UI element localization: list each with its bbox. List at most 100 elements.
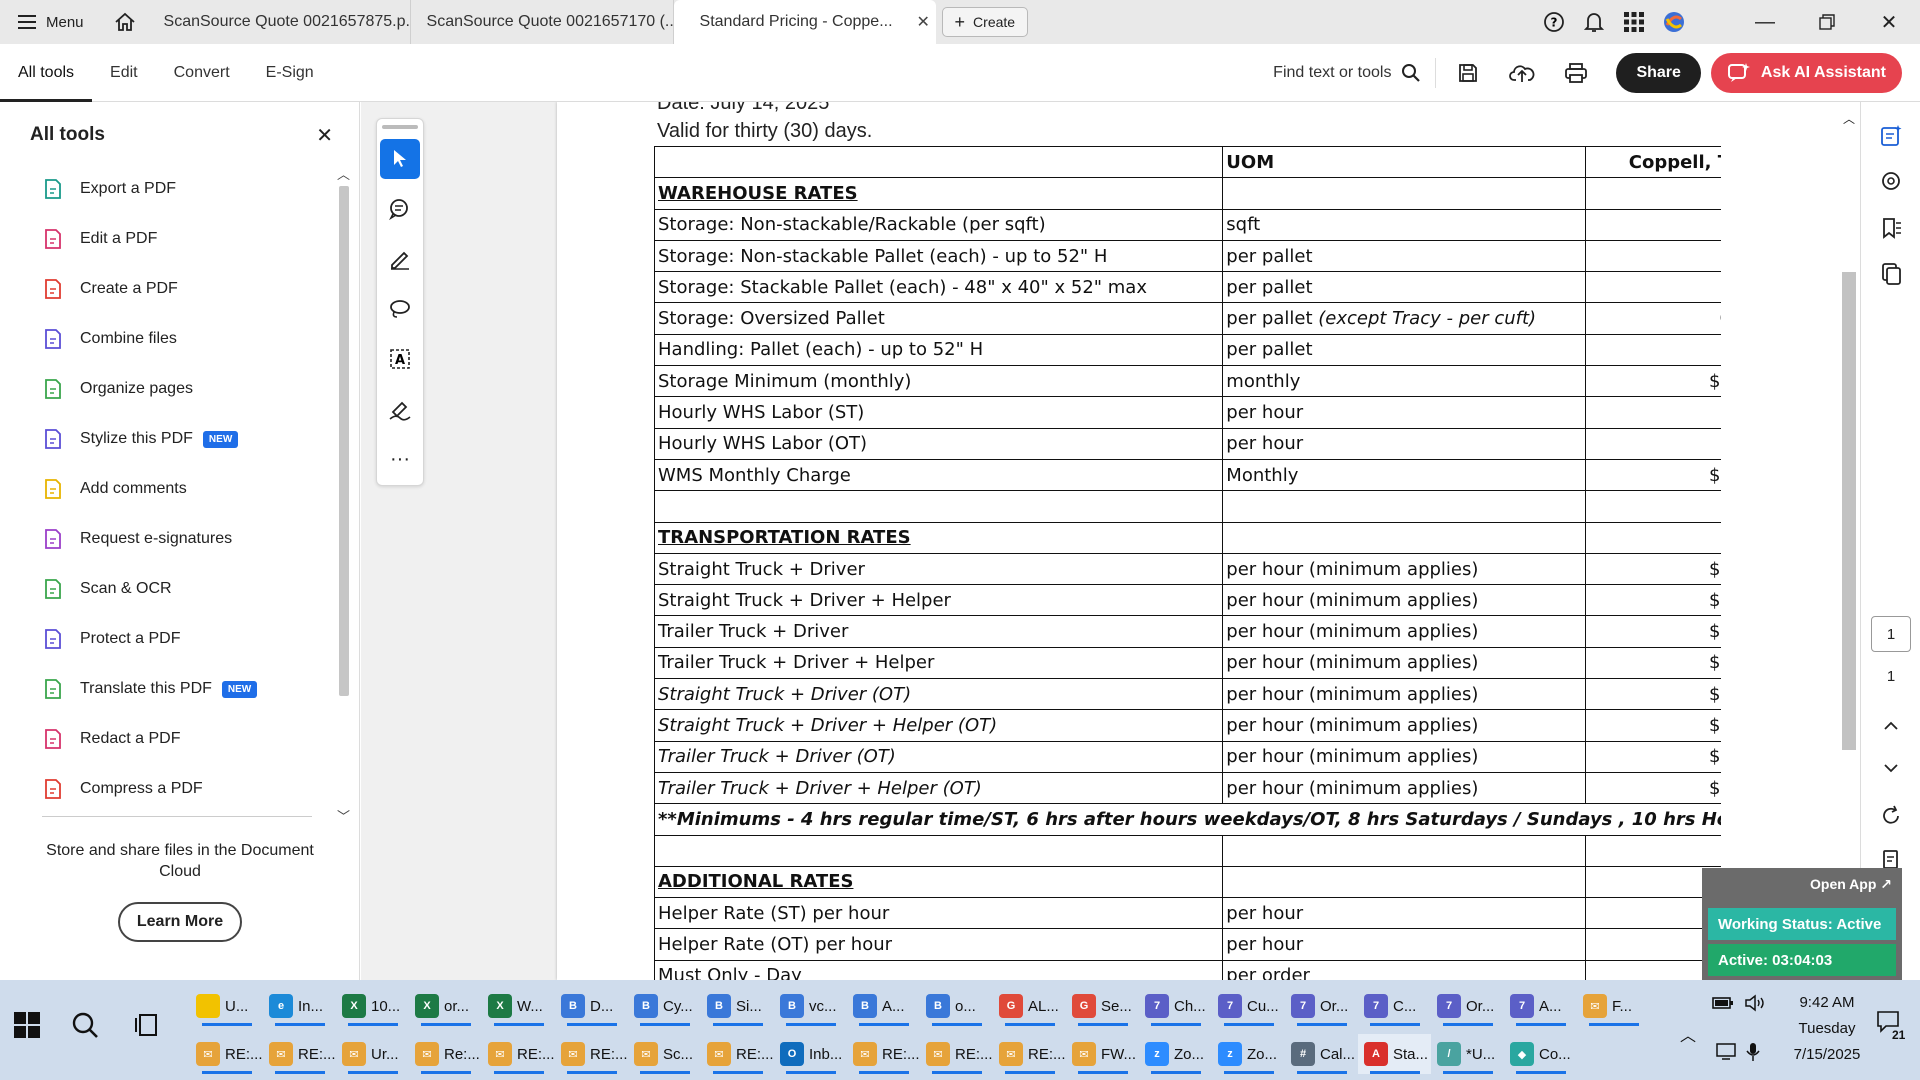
drag-handle[interactable] [382, 125, 418, 129]
taskbar-app-button[interactable]: ✉ RE:... [482, 1034, 555, 1074]
tool-item-translate-this-pdf[interactable]: Translate this PDF NEW [0, 664, 336, 714]
find-text-or-tools[interactable]: Find text or tools [1273, 57, 1437, 88]
taskbar-app-button[interactable]: Xor... [409, 986, 482, 1026]
scroll-up-icon[interactable]: ︿ [337, 164, 350, 183]
document-scrollbar[interactable]: ︿ [1840, 112, 1858, 752]
taskbar-app-button[interactable]: # Cal... [1285, 1034, 1358, 1074]
home-button[interactable] [102, 0, 148, 44]
share-button[interactable]: Share [1616, 52, 1701, 93]
tool-item-scan-ocr[interactable]: Scan & OCR [0, 564, 336, 614]
taskbar-app-button[interactable]: A Sta... [1358, 1034, 1431, 1074]
tab-all-tools[interactable]: All tools [0, 44, 93, 102]
taskbar-app-button[interactable]: z Zo... [1212, 1034, 1285, 1074]
menu-button[interactable]: Menu [0, 0, 102, 44]
taskbar-app-button[interactable]: 7 A... [1504, 986, 1577, 1026]
scrollbar-thumb[interactable] [339, 186, 349, 696]
taskbar-app-button[interactable]: 7 Or... [1285, 986, 1358, 1026]
taskbar-app-button[interactable]: 7 Cu... [1212, 986, 1285, 1026]
tool-item-request-e-signatures[interactable]: Request e-signatures [0, 514, 336, 564]
more-tools-icon[interactable]: ··· [380, 439, 420, 479]
current-page-input[interactable]: 1 [1871, 616, 1911, 652]
taskbar-app-button[interactable]: ✉ Re:... [409, 1034, 482, 1074]
taskbar-app-button[interactable]: B D... [555, 986, 628, 1026]
close-tab-icon[interactable]: ✕ [917, 12, 930, 32]
close-panel-icon[interactable]: ✕ [316, 123, 333, 148]
tool-item-organize-pages[interactable]: Organize pages [0, 364, 336, 414]
taskbar-app-button[interactable]: ✉ RE:... [701, 1034, 774, 1074]
taskbar-app-button[interactable]: ✉ RE:... [847, 1034, 920, 1074]
sign-tool-button[interactable] [380, 389, 420, 429]
tool-item-redact-a-pdf[interactable]: Redact a PDF [0, 714, 336, 764]
taskbar-app-button[interactable]: ✉ F... [1577, 986, 1650, 1026]
taskbar-app-button[interactable]: G AL... [993, 986, 1066, 1026]
taskbar-app-button[interactable]: Bvc... [774, 986, 847, 1026]
refresh-icon[interactable] [1877, 802, 1905, 830]
previous-page-icon[interactable] [1877, 712, 1905, 740]
bell-icon[interactable] [1574, 0, 1614, 44]
tool-item-export-a-pdf[interactable]: Export a PDF [0, 164, 336, 214]
clock-date[interactable]: 7/15/2025 [1784, 1046, 1870, 1063]
text-tool-button[interactable]: A [380, 339, 420, 379]
draw-tool-button[interactable] [380, 289, 420, 329]
close-window-icon[interactable]: ✕ [1858, 0, 1920, 44]
taskbar-app-button[interactable]: X 10... [336, 986, 409, 1026]
taskbar-app-button[interactable]: ✉ Ur... [336, 1034, 409, 1074]
scrollbar-thumb[interactable] [1842, 272, 1856, 750]
start-button[interactable] [14, 1012, 40, 1043]
task-view-button[interactable] [134, 1012, 160, 1043]
taskbar-app-button[interactable]: ✉ Sc... [628, 1034, 701, 1074]
tab-edit[interactable]: Edit [92, 44, 156, 102]
taskbar-app-button[interactable]: G Se... [1066, 986, 1139, 1026]
taskbar-app-button[interactable]: ✉ RE:... [190, 1034, 263, 1074]
show-hidden-icons-icon[interactable]: ︿ [1680, 1022, 1696, 1046]
tab-convert[interactable]: Convert [156, 44, 248, 102]
bookmarks-icon[interactable] [1877, 214, 1905, 242]
comment-tool-button[interactable] [380, 189, 420, 229]
taskbar-search-button[interactable] [70, 1010, 100, 1045]
next-page-icon[interactable] [1877, 754, 1905, 782]
tab-e-sign[interactable]: E-Sign [248, 44, 332, 102]
document-viewport[interactable]: Date: July 14, 2025 Valid for thirty (30… [361, 102, 1721, 980]
taskbar-app-button[interactable]: B Si... [701, 986, 774, 1026]
taskbar-app-button[interactable]: ✉ RE:... [263, 1034, 336, 1074]
select-tool-button[interactable] [380, 139, 420, 179]
volume-icon[interactable] [1744, 994, 1766, 1016]
page-thumbnails-icon[interactable] [1877, 260, 1905, 288]
panel-scrollbar[interactable]: ︿ ﹀ [336, 164, 352, 824]
taskbar-app-button[interactable]: 7 Or... [1431, 986, 1504, 1026]
taskbar-app-button[interactable]: ✉ RE:... [920, 1034, 993, 1074]
ai-summary-icon[interactable] [1877, 122, 1905, 150]
cloud-upload-icon[interactable] [1500, 53, 1544, 93]
taskbar-app-button[interactable]: U... [190, 986, 263, 1026]
taskbar-app-button[interactable]: B Cy... [628, 986, 701, 1026]
taskbar-app-button[interactable]: O Inb... [774, 1034, 847, 1074]
print-icon[interactable] [1554, 53, 1598, 93]
taskbar-app-button[interactable]: ✉ RE:... [993, 1034, 1066, 1074]
tab-quote-2[interactable]: ScanSource Quote 0021657170 (... [411, 0, 674, 44]
clock-time[interactable]: 9:42 AM [1784, 994, 1870, 1011]
restore-icon[interactable] [1796, 0, 1858, 44]
battery-icon[interactable] [1712, 996, 1734, 1014]
tool-item-edit-a-pdf[interactable]: Edit a PDF [0, 214, 336, 264]
taskbar-app-button[interactable]: B A... [847, 986, 920, 1026]
learn-more-button[interactable]: Learn More [118, 902, 242, 942]
help-icon[interactable]: ? [1534, 0, 1574, 44]
tool-item-create-a-pdf[interactable]: Create a PDF [0, 264, 336, 314]
tool-item-combine-files[interactable]: Combine files [0, 314, 336, 364]
tool-item-protect-a-pdf[interactable]: Protect a PDF [0, 614, 336, 664]
microphone-icon[interactable] [1746, 1042, 1760, 1066]
ask-ai-assistant-button[interactable]: Ask AI Assistant [1710, 52, 1902, 93]
tool-item-compress-a-pdf[interactable]: Compress a PDF [0, 764, 336, 814]
taskbar-app-button[interactable]: Bo... [920, 986, 993, 1026]
clock-day[interactable]: Tuesday [1784, 1020, 1870, 1037]
taskbar-app-button[interactable]: 7 Ch... [1139, 986, 1212, 1026]
taskbar-app-button[interactable]: ◆ Co... [1504, 1034, 1577, 1074]
create-button[interactable]: + Create [941, 7, 1029, 37]
highlight-tool-button[interactable] [380, 239, 420, 279]
tool-item-stylize-this-pdf[interactable]: Stylize this PDF NEW [0, 414, 336, 464]
apps-grid-icon[interactable] [1614, 0, 1654, 44]
taskbar-app-button[interactable]: 7 C... [1358, 986, 1431, 1026]
taskbar-app-button[interactable]: X W... [482, 986, 555, 1026]
taskbar-app-button[interactable]: ✉ RE:... [555, 1034, 628, 1074]
taskbar-app-button[interactable]: z Zo... [1139, 1034, 1212, 1074]
